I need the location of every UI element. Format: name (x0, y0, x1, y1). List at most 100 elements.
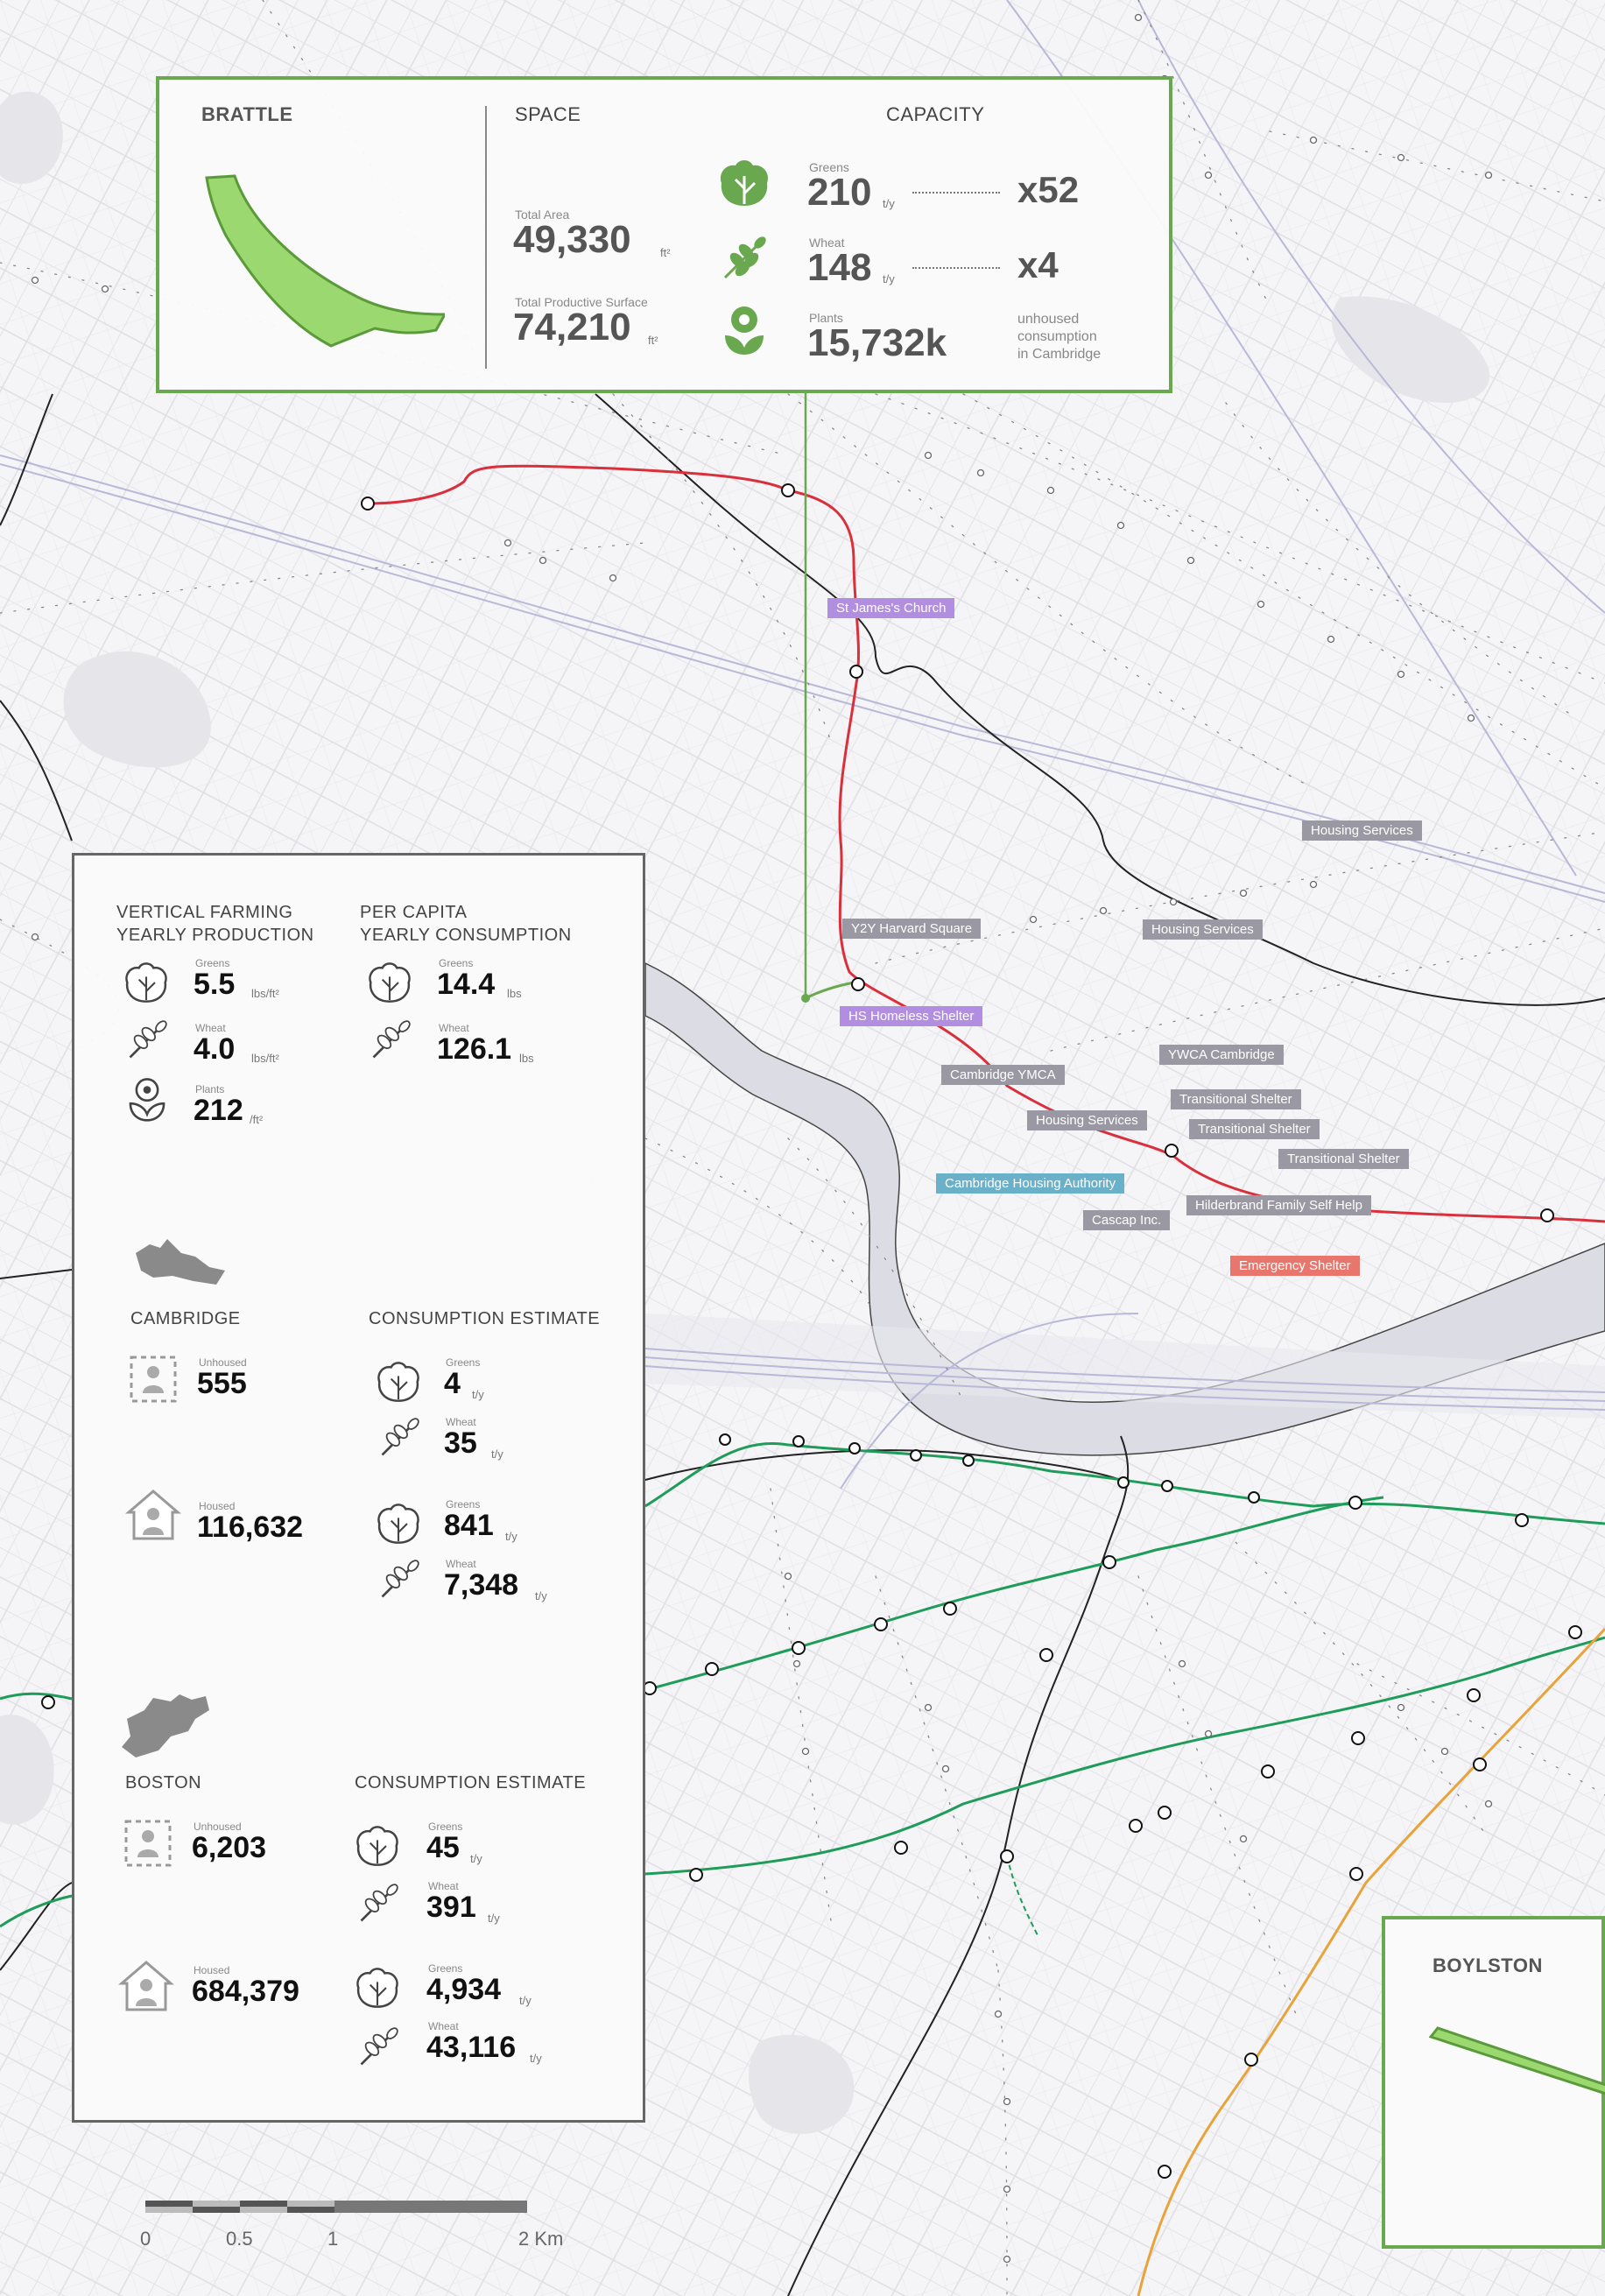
greens-icon (356, 1968, 398, 2008)
map-label-hilderbrand[interactable]: Hilderbrand Family Self Help (1186, 1195, 1371, 1215)
vf-title-line-1: VERTICAL FARMING (116, 903, 293, 922)
scale-label-0-5: 0.5 (226, 2228, 253, 2250)
flower-icon (129, 1078, 165, 1122)
greens-icon (377, 1362, 419, 1402)
scale-bar (145, 2201, 527, 2213)
brattle-panel: BRATTLE SPACE CAPACITY Total Area 49,330… (156, 76, 1172, 393)
boston-title: BOSTON (125, 1773, 202, 1792)
vf-plants-value: 212 (194, 1094, 243, 1127)
cambridge-housed-value: 116,632 (197, 1511, 304, 1544)
brattle-site-shape (205, 174, 445, 348)
cambridge-h-greens-unit: t/y (505, 1530, 517, 1543)
station-kendall (1540, 1208, 1554, 1222)
map-label-housing-services[interactable]: Housing Services (1027, 1110, 1147, 1130)
wheat-dots (912, 267, 1000, 269)
wheat-unit: t/y (883, 272, 895, 285)
housed-home-icon (125, 1490, 181, 1540)
wheat-icon (372, 1020, 411, 1059)
map-label-ywca[interactable]: YWCA Cambridge (1159, 1045, 1284, 1065)
map-label-housing-services[interactable]: Housing Services (1143, 919, 1263, 940)
vf-wheat-unit: lbs/ft² (251, 1052, 279, 1065)
map-label-emergency-shelter[interactable]: Emergency Shelter (1230, 1256, 1360, 1276)
pc-title-line-2: YEARLY CONSUMPTION (360, 926, 572, 945)
greens-value: 210 (807, 171, 872, 214)
station-davis (781, 483, 795, 497)
boston-u-wheat-unit: t/y (488, 1912, 500, 1925)
map-label-transitional-shelter[interactable]: Transitional Shelter (1189, 1119, 1320, 1139)
vf-greens-value: 5.5 (194, 968, 236, 1001)
greens-multiplier: x52 (1017, 169, 1080, 210)
scale-label-1: 1 (327, 2228, 339, 2250)
wheat-icon (360, 2027, 398, 2066)
flower-icon (725, 306, 764, 355)
housed-home-icon (118, 1961, 174, 2011)
cambridge-h-wheat-value: 7,348 (444, 1568, 519, 1602)
wheat-value: 148 (807, 246, 872, 289)
productive-surface-value: 74,210 (513, 306, 631, 349)
boston-h-wheat-value: 43,116 (426, 2031, 517, 2064)
brattle-title: BRATTLE (201, 103, 293, 125)
capacity-note-line-2: consumption (1017, 329, 1097, 344)
cambridge-h-wheat-unit: t/y (535, 1589, 547, 1602)
cambridge-h-greens-value: 841 (444, 1509, 494, 1542)
cambridge-outline-icon (136, 1239, 225, 1285)
pc-greens-value: 14.4 (437, 968, 496, 1001)
map-label-transitional-shelter[interactable]: Transitional Shelter (1171, 1089, 1301, 1109)
space-header: SPACE (515, 103, 581, 125)
station-harvard (851, 977, 865, 991)
vf-title: VERTICAL FARMING YEARLY PRODUCTION (116, 901, 314, 947)
boylston-title: BOYLSTON (1433, 1954, 1543, 1976)
map-label-hs-homeless[interactable]: HS Homeless Shelter (840, 1006, 983, 1026)
map-label-cambridge-housing-authority[interactable]: Cambridge Housing Authority (936, 1173, 1125, 1194)
scale-bar-graphic (145, 2201, 527, 2213)
boston-h-greens-unit: t/y (519, 1994, 531, 2007)
map-label-transitional-shelter[interactable]: Transitional Shelter (1278, 1149, 1409, 1169)
vf-plants-unit: /ft² (250, 1113, 264, 1126)
boston-estimate-title: CONSUMPTION ESTIMATE (355, 1773, 587, 1792)
cambridge-u-greens-value: 4 (444, 1367, 461, 1400)
pc-greens-unit: lbs (507, 987, 522, 1000)
wheat-icon (381, 1418, 419, 1456)
boston-u-greens-value: 45 (426, 1831, 460, 1864)
wheat-multiplier: x4 (1017, 244, 1059, 285)
greens-unit: t/y (883, 197, 895, 210)
map-label-cascap[interactable]: Cascap Inc. (1083, 1210, 1171, 1230)
boylston-site-shape (1429, 2026, 1605, 2095)
wheat-icon (360, 1884, 398, 1922)
productive-surface-unit: ft² (648, 334, 658, 347)
station-porter (849, 665, 863, 679)
cambridge-estimate-title: CONSUMPTION ESTIMATE (369, 1309, 601, 1328)
map-label-st-james[interactable]: St James's Church (827, 598, 955, 618)
capacity-note: unhoused consumption in Cambridge (1017, 311, 1101, 363)
scale-label-0: 0 (140, 2228, 151, 2250)
pc-title-line-1: PER CAPITA (360, 903, 468, 922)
map-label-cambridge-ymca[interactable]: Cambridge YMCA (941, 1065, 1065, 1085)
greens-icon (377, 1504, 419, 1544)
map-label-housing-services[interactable]: Housing Services (1302, 821, 1422, 841)
total-area-unit: ft² (660, 246, 671, 259)
boston-housed-value: 684,379 (192, 1975, 299, 2008)
cambridge-u-wheat-value: 35 (444, 1426, 477, 1460)
boston-outline-icon (122, 1694, 209, 1757)
boston-h-greens-value: 4,934 (426, 1973, 502, 2006)
wheat-icon (129, 1020, 167, 1059)
map-label-y2y[interactable]: Y2Y Harvard Square (842, 919, 982, 939)
total-area-value: 49,330 (513, 218, 631, 261)
boston-u-wheat-value: 391 (426, 1891, 476, 1924)
boylston-panel: BOYLSTON (1382, 1916, 1605, 2249)
greens-dots (912, 192, 1000, 194)
pc-wheat-unit: lbs (519, 1052, 534, 1065)
pc-wheat-value: 126.1 (437, 1032, 512, 1066)
vf-wheat-value: 4.0 (194, 1032, 236, 1066)
vf-title-line-2: YEARLY PRODUCTION (116, 926, 314, 945)
unhoused-person-icon (124, 1820, 172, 1867)
cambridge-u-wheat-unit: t/y (491, 1447, 503, 1461)
wheat-icon (381, 1560, 419, 1598)
capacity-note-line-3: in Cambridge (1017, 347, 1102, 362)
scale-label-2km: 2 Km (518, 2228, 564, 2250)
plants-value: 15,732k (807, 321, 947, 364)
station-alewife (361, 497, 375, 511)
stats-panel: VERTICAL FARMING YEARLY PRODUCTION PER C… (72, 853, 645, 2123)
boston-unhoused-value: 6,203 (192, 1831, 267, 1864)
pc-title: PER CAPITA YEARLY CONSUMPTION (360, 901, 572, 947)
